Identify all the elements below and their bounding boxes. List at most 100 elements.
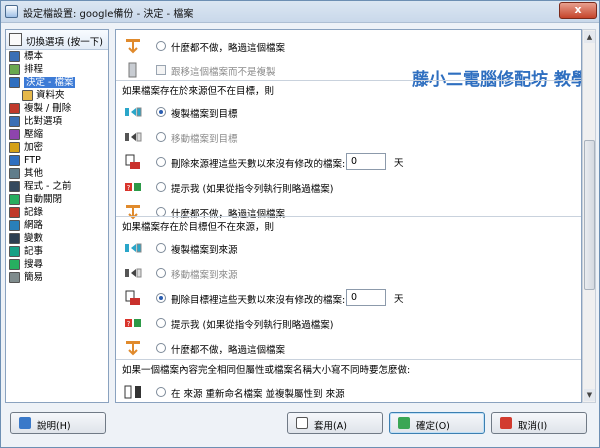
section-dest-not-source-heading: 如果檔案存在於目標但不在來源，則 — [122, 222, 275, 233]
sidebar-item-label: 壓縮 — [24, 129, 44, 140]
sidebar-item[interactable]: 標本 — [6, 50, 108, 63]
sidebar-list: 標本排程 決定 - 檔案 資料夾 複製 / 刪除 比對選項 壓縮 加密 FTP 其他 程式 - 之… — [6, 50, 108, 284]
rename-copy-attrs-radio[interactable] — [156, 387, 166, 397]
section-same-content: 如果一個檔案內容完全相同但屬性或檔案名稱大小寫不同時要怎麼做: — [116, 359, 581, 376]
section-source-not-dest: 如果檔案存在於來源但不在目標，則 — [116, 80, 581, 97]
svg-text:?: ? — [127, 320, 131, 328]
days-input[interactable]: 0 — [346, 153, 386, 170]
move-to-source-icon — [125, 268, 142, 278]
scrollbar-thumb[interactable] — [584, 140, 595, 290]
section2-option-label: 提示我 (如果從指令列執行則略過檔案) — [171, 320, 334, 331]
ignore-label: 跟移這個檔案而不是複製 — [171, 67, 276, 78]
sidebar-item[interactable]: 決定 - 檔案 — [6, 76, 108, 89]
delete-source-icon — [125, 154, 140, 169]
checkmark-icon — [296, 417, 308, 429]
sidebar-item[interactable]: 簡易 — [6, 271, 108, 284]
sidebar-item-icon — [9, 207, 20, 218]
help-button[interactable]: 說明(H) — [10, 412, 106, 434]
sidebar-item[interactable]: 記錄 — [6, 206, 108, 219]
section1-option-row: 移動檔案到目標 — [116, 127, 581, 147]
section2-option-row: ? 提示我 (如果從指令列執行則略過檔案) — [116, 313, 581, 333]
cancel-button[interactable]: 取消(I) — [491, 412, 587, 434]
sidebar-item-label: 自動關閉 — [24, 194, 63, 205]
ok-button[interactable]: 確定(O) — [389, 412, 485, 434]
sidebar-item[interactable]: 排程 — [6, 63, 108, 76]
app-icon — [5, 5, 18, 18]
section2-option-radio[interactable] — [156, 293, 166, 303]
sidebar-item[interactable]: 搜尋 — [6, 258, 108, 271]
sidebar-item-label: 變數 — [24, 233, 44, 244]
top-do-nothing-radio[interactable] — [156, 41, 166, 51]
sidebar-item[interactable]: 其他 — [6, 167, 108, 180]
sidebar-item-label: FTP — [24, 155, 41, 166]
sidebar-item[interactable]: 程式 - 之前 — [6, 180, 108, 193]
sidebar-item[interactable]: 自動關閉 — [6, 193, 108, 206]
section2-option-radio[interactable] — [156, 318, 166, 328]
sidebar-item[interactable]: 比對選項 — [6, 115, 108, 128]
section2-option-radio[interactable] — [156, 243, 166, 253]
sidebar-item-label: 排程 — [24, 64, 44, 75]
section1-option-row: 刪除來源裡這些天數以來沒有修改的檔案: 0 天 — [116, 152, 581, 172]
help-button-label: 說明(H) — [37, 421, 71, 432]
settings-window: 設定檔設置: google備份 - 決定 - 檔案 x 切換選項 (按一下) 標… — [0, 0, 600, 448]
sidebar-item-label: 簡易 — [24, 272, 44, 283]
sidebar-item-label: 複製 / 刪除 — [24, 103, 72, 114]
ignore-checkbox[interactable] — [156, 65, 166, 75]
sidebar-header[interactable]: 切換選項 (按一下) — [6, 30, 108, 50]
sidebar-item-label: 其他 — [24, 168, 44, 179]
scroll-up-icon[interactable]: ▲ — [584, 31, 595, 43]
sidebar-item-icon — [9, 246, 20, 257]
section1-option-label: 提示我 (如果從指令列執行則略過檔案) — [171, 184, 334, 195]
section-same-content-heading: 如果一個檔案內容完全相同但屬性或檔案名稱大小寫不同時要怎麼做: — [122, 365, 411, 376]
sidebar-item[interactable]: 記事 — [6, 245, 108, 258]
sidebar-item-label: 標本 — [24, 51, 44, 62]
sidebar-item[interactable]: 資料夾 — [6, 89, 108, 102]
section1-option-label: 刪除來源裡這些天數以來沒有修改的檔案: — [171, 159, 346, 170]
scroll-down-icon[interactable]: ▼ — [584, 389, 595, 401]
sidebar-header-label: 切換選項 (按一下) — [26, 37, 103, 48]
ok-button-label: 確定(O) — [416, 421, 450, 432]
section2-option-row: 什麼都不做，略過這個檔案 — [116, 338, 581, 358]
days-input[interactable]: 0 — [346, 289, 386, 306]
section2-option-row: 刪除目標裡這些天數以來沒有修改的檔案: 0 天 — [116, 288, 581, 308]
cancel-button-label: 取消(I) — [518, 421, 548, 432]
section2-option-label: 什麼都不做，略過這個檔案 — [171, 345, 286, 356]
cancel-x-icon — [500, 417, 512, 429]
sidebar-item-icon — [9, 77, 20, 88]
copy-to-dest-icon — [125, 107, 142, 117]
section1-option-radio[interactable] — [156, 157, 166, 167]
section2-option-label: 複製檔案到來源 — [171, 245, 238, 256]
sidebar-item-icon — [9, 168, 20, 179]
file-stack-icon — [128, 62, 137, 78]
top-do-nothing-label: 什麼都不做，略過這個檔案 — [171, 43, 286, 54]
close-button[interactable]: x — [559, 2, 597, 19]
sidebar-item[interactable]: 加密 — [6, 141, 108, 154]
section1-option-radio[interactable] — [156, 182, 166, 192]
sidebar: 切換選項 (按一下) 標本排程 決定 - 檔案 資料夾 複製 / 刪除 比對選項 壓縮 加密… — [5, 29, 109, 403]
section1-option-label: 複製檔案到目標 — [171, 109, 238, 120]
check-icon — [398, 417, 410, 429]
section2-option-row: 移動檔案到來源 — [116, 263, 581, 283]
top-do-nothing-row: 什麼都不做，略過這個檔案 — [116, 36, 581, 56]
sidebar-item[interactable]: 壓縮 — [6, 128, 108, 141]
content-scrollbar[interactable]: ▲ ▼ — [582, 29, 596, 403]
section1-option-radio[interactable] — [156, 107, 166, 117]
window-title: 設定檔設置: google備份 - 決定 - 檔案 — [23, 9, 194, 20]
sidebar-item-icon — [9, 129, 20, 140]
apply-button[interactable]: 套用(A) — [287, 412, 383, 434]
sidebar-item-label: 搜尋 — [24, 259, 44, 270]
section2-option-label: 移動檔案到來源 — [171, 270, 238, 281]
title-bar: 設定檔設置: google備份 - 決定 - 檔案 x — [1, 1, 599, 23]
sidebar-item-icon — [9, 259, 20, 270]
rename-copy-attrs-row: 在 來源 重新命名檔案 並複製屬性到 來源 — [116, 382, 581, 402]
sidebar-item[interactable]: FTP — [6, 154, 108, 167]
sidebar-item-icon — [9, 233, 20, 244]
sidebar-item-icon — [9, 272, 20, 283]
sidebar-item[interactable]: 複製 / 刪除 — [6, 102, 108, 115]
section2-option-radio[interactable] — [156, 343, 166, 353]
toggle-options-icon — [9, 33, 22, 46]
sidebar-item[interactable]: 變數 — [6, 232, 108, 245]
rename-icon — [124, 385, 141, 399]
sidebar-item[interactable]: 網路 — [6, 219, 108, 232]
section2-option-radio — [156, 268, 166, 278]
